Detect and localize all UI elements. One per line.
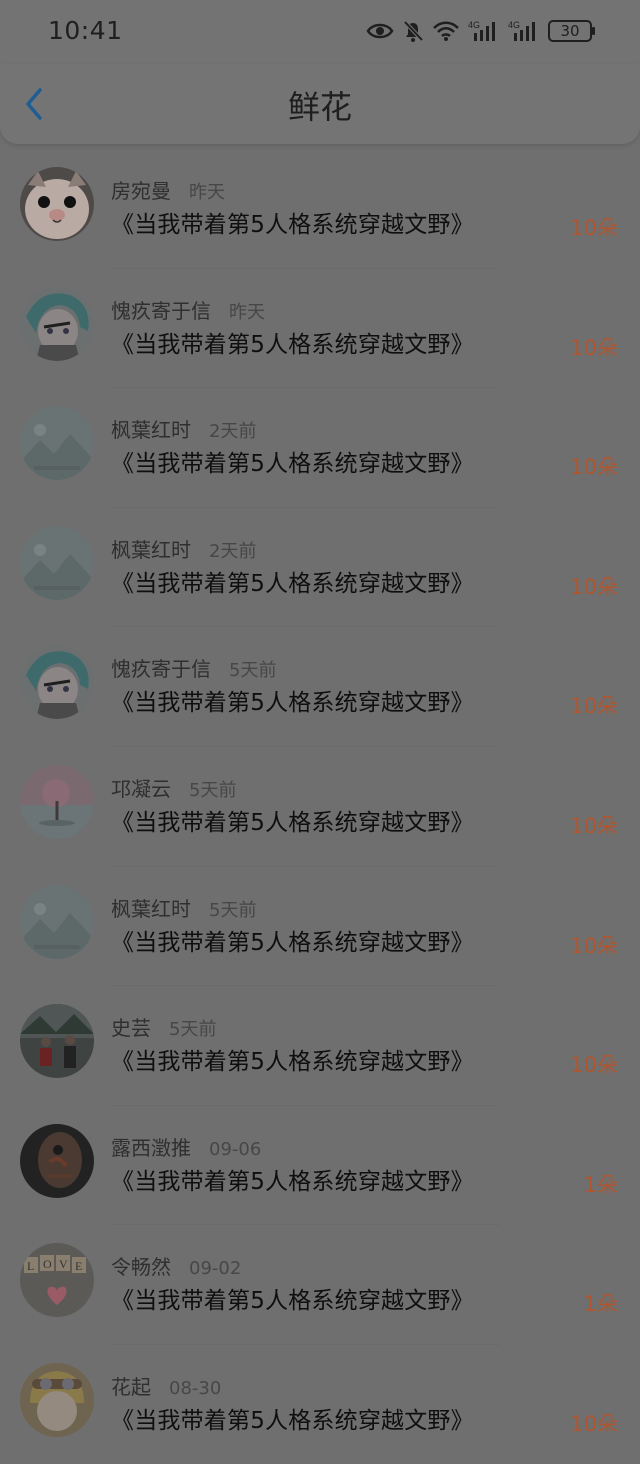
avatar[interactable] xyxy=(20,764,94,839)
avatar[interactable] xyxy=(20,1004,94,1079)
book-title[interactable]: 《当我带着第5人格系统穿越文野》 xyxy=(111,564,474,598)
item-meta: 枫葉红时 2天前 xyxy=(111,534,256,563)
page-title: 鲜花 xyxy=(287,88,352,126)
flower-count: 10朵 xyxy=(570,933,618,958)
status-time: 10:41 xyxy=(48,16,123,45)
item-meta: 房宛曼 昨天 xyxy=(111,175,225,204)
avatar[interactable]: LOVE xyxy=(20,1243,94,1318)
timestamp: 5天前 xyxy=(169,1019,217,1041)
user-name[interactable]: 花起 xyxy=(111,1375,151,1399)
item-meta: 愧疚寄于信 5天前 xyxy=(111,653,276,682)
book-title[interactable]: 《当我带着第5人格系统穿越文野》 xyxy=(111,205,474,239)
book-title[interactable]: 《当我带着第5人格系统穿越文野》 xyxy=(111,1401,474,1435)
book-title[interactable]: 《当我带着第5人格系统穿越文野》 xyxy=(111,325,474,359)
list-item[interactable]: 枫葉红时 2天前 《当我带着第5人格系统穿越文野》 10朵 xyxy=(0,387,640,507)
eye-icon xyxy=(366,20,394,42)
user-name[interactable]: 枫葉红时 xyxy=(111,418,191,442)
timestamp: 5天前 xyxy=(229,660,277,682)
flower-count: 10朵 xyxy=(570,216,618,240)
wifi-icon xyxy=(432,20,460,42)
book-title[interactable]: 《当我带着第5人格系统穿越文野》 xyxy=(111,803,474,837)
timestamp: 昨天 xyxy=(229,301,265,323)
flower-count: 10朵 xyxy=(570,1411,618,1436)
list-item[interactable]: 枫葉红时 5天前 《当我带着第5人格系统穿越文野》 10朵 xyxy=(0,865,640,986)
signal-4g-icon: 4G xyxy=(468,19,500,43)
timestamp: 08-30 xyxy=(169,1377,222,1399)
timestamp: 2天前 xyxy=(209,540,257,562)
list-item[interactable]: 愧疚寄于信 昨天 《当我带着第5人格系统穿越文野》 10朵 xyxy=(0,267,640,388)
book-title[interactable]: 《当我带着第5人格系统穿越文野》 xyxy=(111,923,474,957)
flower-count: 10朵 xyxy=(570,694,618,719)
user-name[interactable]: 史芸 xyxy=(111,1016,151,1040)
avatar[interactable] xyxy=(20,286,94,361)
svg-text:4G: 4G xyxy=(468,20,480,30)
avatar[interactable] xyxy=(20,1362,94,1437)
item-meta: 令畅然 09-02 xyxy=(111,1251,241,1280)
list-item[interactable]: 露西澂推 09-06 《当我带着第5人格系统穿越文野》 1朵 xyxy=(0,1104,640,1225)
avatar[interactable] xyxy=(20,525,94,600)
avatar[interactable] xyxy=(20,167,94,241)
timestamp: 2天前 xyxy=(209,421,257,443)
status-bar: 10:41 4G 4G 30 xyxy=(0,0,640,64)
book-title[interactable]: 《当我带着第5人格系统穿越文野》 xyxy=(111,1042,474,1076)
list-item[interactable]: 花起 08-30 《当我带着第5人格系统穿越文野》 10朵 xyxy=(0,1343,640,1464)
book-title[interactable]: 《当我带着第5人格系统穿越文野》 xyxy=(111,683,474,717)
signal-4g-icon: 4G xyxy=(508,19,540,43)
timestamp: 昨天 xyxy=(189,182,225,203)
list-item[interactable]: 史芸 5天前 《当我带着第5人格系统穿越文野》 10朵 xyxy=(0,985,640,1105)
item-meta: 枫葉红时 5天前 xyxy=(111,893,256,922)
flower-count: 10朵 xyxy=(570,1053,618,1078)
list-item[interactable]: 邛凝云 5天前 《当我带着第5人格系统穿越文野》 10朵 xyxy=(0,745,640,866)
timestamp: 5天前 xyxy=(209,899,257,921)
timestamp: 09-06 xyxy=(209,1138,262,1160)
svg-text:V: V xyxy=(59,1257,68,1271)
svg-text:4G: 4G xyxy=(508,20,520,30)
book-title[interactable]: 《当我带着第5人格系统穿越文野》 xyxy=(111,1162,474,1196)
user-name[interactable]: 愧疚寄于信 xyxy=(111,657,211,681)
item-meta: 史芸 5天前 xyxy=(111,1012,216,1041)
item-meta: 花起 08-30 xyxy=(111,1371,221,1400)
list-item[interactable]: 枫葉红时 2天前 《当我带着第5人格系统穿越文野》 10朵 xyxy=(0,506,640,627)
list-item[interactable]: 房宛曼 昨天 《当我带着第5人格系统穿越文野》 10朵 xyxy=(0,148,640,268)
flower-count: 10朵 xyxy=(570,335,618,360)
avatar[interactable] xyxy=(20,406,94,481)
user-name[interactable]: 令畅然 xyxy=(111,1255,171,1279)
list-item[interactable]: 愧疚寄于信 5天前 《当我带着第5人格系统穿越文野》 10朵 xyxy=(0,626,640,746)
item-meta: 枫葉红时 2天前 xyxy=(111,414,256,443)
avatar[interactable] xyxy=(20,1123,94,1198)
timestamp: 09-02 xyxy=(189,1258,242,1280)
book-title[interactable]: 《当我带着第5人格系统穿越文野》 xyxy=(111,444,474,478)
flower-list: 房宛曼 昨天 《当我带着第5人格系统穿越文野》 10朵 愧疚寄于信 昨天 《当我带着第5人格… xyxy=(0,148,640,1464)
mute-icon xyxy=(402,19,424,43)
flower-count: 10朵 xyxy=(570,813,618,838)
flower-count: 1朵 xyxy=(583,1172,618,1197)
book-title[interactable]: 《当我带着第5人格系统穿越文野》 xyxy=(111,1281,474,1315)
avatar[interactable] xyxy=(20,884,94,959)
list-item[interactable]: L O V E 令畅然 09-02 《当我带着第5人格系统穿越文野》 1朵 xyxy=(0,1224,640,1344)
user-name[interactable]: 愧疚寄于信 xyxy=(111,299,211,323)
svg-text:E: E xyxy=(75,1259,82,1273)
item-meta: 邛凝云 5天前 xyxy=(111,773,236,802)
item-meta: 露西澂推 09-06 xyxy=(111,1132,261,1161)
flower-count: 1朵 xyxy=(583,1292,618,1317)
user-name[interactable]: 枫葉红时 xyxy=(111,538,191,562)
item-meta: 愧疚寄于信 昨天 xyxy=(111,295,265,324)
user-name[interactable]: 邛凝云 xyxy=(111,777,171,801)
timestamp: 5天前 xyxy=(189,779,237,801)
flower-count: 10朵 xyxy=(570,574,618,599)
user-name[interactable]: 枫葉红时 xyxy=(111,897,191,921)
user-name[interactable]: 房宛曼 xyxy=(111,179,171,203)
header: 鲜花 xyxy=(0,64,640,144)
status-icons: 4G 4G 30 xyxy=(366,16,595,46)
flower-count: 10朵 xyxy=(570,455,618,480)
avatar[interactable] xyxy=(20,645,94,720)
svg-text:O: O xyxy=(43,1257,52,1271)
user-name[interactable]: 露西澂推 xyxy=(111,1136,191,1160)
battery-icon: 30 xyxy=(548,20,595,42)
svg-text:L: L xyxy=(27,1259,34,1273)
